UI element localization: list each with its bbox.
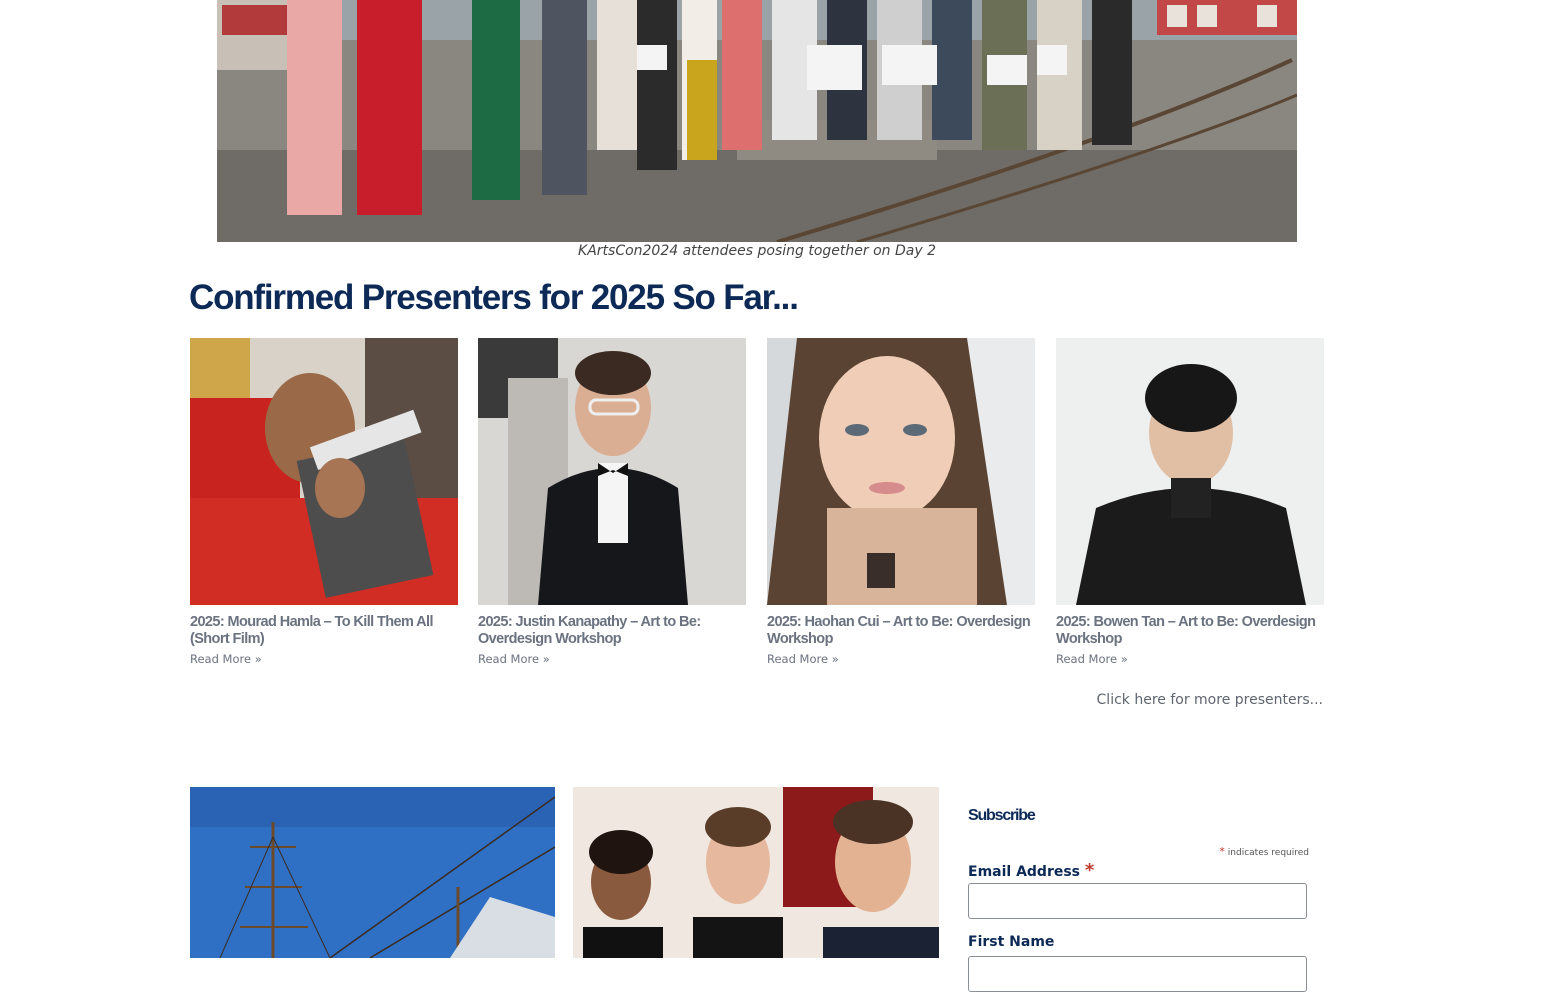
- read-more-link[interactable]: Read More »: [1056, 652, 1128, 666]
- guests-photo: [573, 787, 939, 958]
- read-more-link[interactable]: Read More »: [767, 652, 839, 666]
- first-name-field[interactable]: [968, 956, 1307, 992]
- first-name-label-text: First Name: [968, 934, 1055, 950]
- required-note-text: indicates required: [1227, 848, 1309, 858]
- presenter-photo[interactable]: [478, 338, 746, 605]
- required-note: * indicates required: [968, 845, 1309, 858]
- email-label-text: Email Address: [968, 864, 1081, 880]
- presenter-card: 2025: Mourad Hamla – To Kill Them All (S…: [190, 338, 458, 668]
- presenter-title[interactable]: 2025: Justin Kanapathy – Art to Be: Over…: [478, 614, 746, 648]
- more-presenters-link[interactable]: Click here for more presenters...: [1097, 692, 1323, 708]
- presenter-title[interactable]: 2025: Haohan Cui – Art to Be: Overdesign…: [767, 614, 1035, 648]
- presenter-photo[interactable]: [767, 338, 1035, 605]
- ship-photo: [190, 787, 555, 958]
- presenter-title[interactable]: 2025: Mourad Hamla – To Kill Them All (S…: [190, 614, 458, 648]
- required-star: *: [1219, 845, 1225, 858]
- subscribe-title: Subscribe: [968, 807, 1036, 824]
- presenter-photo[interactable]: [190, 338, 458, 605]
- hero-photo: [217, 0, 1297, 242]
- presenter-card: 2025: Haohan Cui – Art to Be: Overdesign…: [767, 338, 1035, 668]
- first-name-label: First Name: [968, 934, 1054, 950]
- email-label: Email Address *: [968, 860, 1094, 881]
- hero-caption: KArtsCon2024 attendees posing together o…: [578, 243, 936, 259]
- email-field[interactable]: [968, 883, 1307, 919]
- presenter-card: 2025: Justin Kanapathy – Art to Be: Over…: [478, 338, 746, 668]
- presenter-title[interactable]: 2025: Bowen Tan – Art to Be: Overdesign …: [1056, 614, 1324, 648]
- presenter-card: 2025: Bowen Tan – Art to Be: Overdesign …: [1056, 338, 1324, 668]
- presenters-heading: Confirmed Presenters for 2025 So Far...: [189, 278, 799, 317]
- presenter-photo[interactable]: [1056, 338, 1324, 605]
- read-more-link[interactable]: Read More »: [190, 652, 262, 666]
- read-more-link[interactable]: Read More »: [478, 652, 550, 666]
- email-required-star: *: [1084, 860, 1095, 881]
